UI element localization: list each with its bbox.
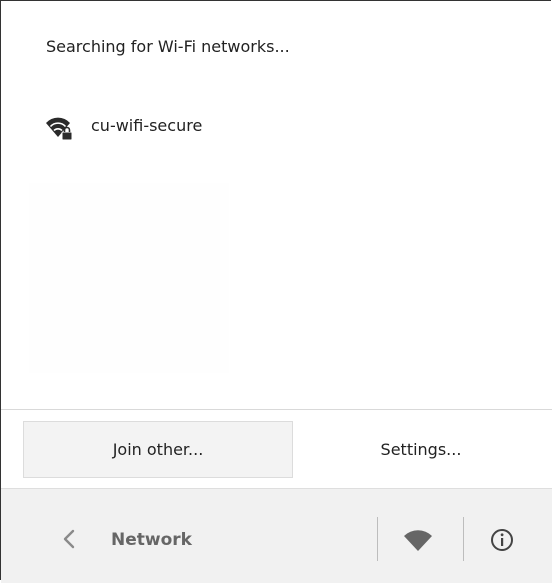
divider [1,409,552,410]
wifi-toggle-button[interactable] [398,529,438,553]
join-other-button[interactable]: Join other... [23,421,293,478]
back-button[interactable] [56,525,82,553]
wifi-icon [404,530,432,551]
search-status-text: Searching for Wi-Fi networks... [46,37,290,56]
chevron-left-icon [63,529,75,549]
network-popup: Searching for Wi-Fi networks... cu-wifi-… [0,0,552,583]
info-icon [491,529,513,551]
network-name: cu-wifi-secure [91,115,203,135]
wifi-secure-icon [46,117,73,141]
footer-bar: Network [1,488,552,583]
separator [463,517,464,561]
separator [377,517,378,561]
empty-list-area [29,183,229,373]
settings-button[interactable]: Settings... [293,421,549,478]
info-button[interactable] [484,522,520,558]
network-list-item[interactable]: cu-wifi-secure [45,107,345,143]
footer-title: Network [111,530,192,550]
